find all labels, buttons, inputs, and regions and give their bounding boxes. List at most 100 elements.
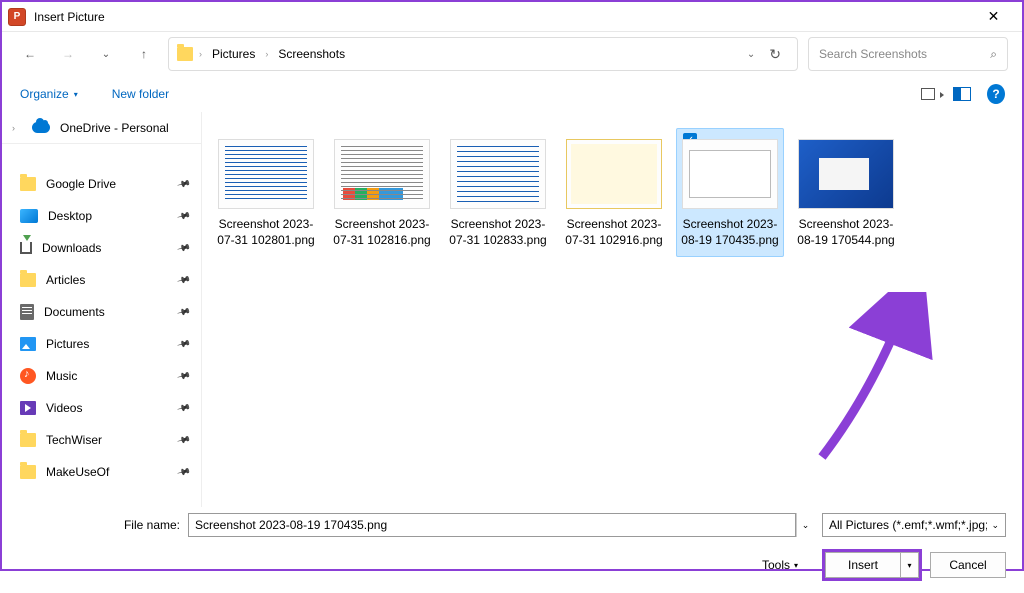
pin-icon: 📌 — [176, 464, 191, 479]
chevron-down-icon: ▾ — [794, 561, 798, 570]
file-item[interactable]: ✓Screenshot 2023-08-19 170544.png — [792, 128, 900, 257]
video-icon — [20, 401, 36, 415]
docs-icon — [20, 304, 34, 320]
back-button[interactable]: ← — [16, 40, 44, 68]
sidebar-item-label: Desktop — [48, 209, 168, 223]
thumbnail — [450, 139, 546, 209]
folder-icon — [20, 465, 36, 479]
chevron-down-icon: ▾ — [74, 90, 78, 99]
thumbnail — [682, 139, 778, 209]
up-button[interactable]: ↑ — [130, 40, 158, 68]
thumbnail — [334, 139, 430, 209]
search-icon: ⌕ — [990, 47, 997, 62]
recent-chevron[interactable]: ⌄ — [92, 40, 120, 68]
preview-pane-button[interactable] — [952, 84, 972, 104]
sidebar-item-articles[interactable]: Articles📌 — [2, 264, 201, 296]
pin-icon: 📌 — [176, 208, 191, 223]
file-item[interactable]: ✓Screenshot 2023-07-31 102833.png — [444, 128, 552, 257]
cancel-button[interactable]: Cancel — [930, 552, 1006, 578]
annotation-arrow — [812, 292, 952, 462]
sidebar-item-music[interactable]: Music📌 — [2, 360, 201, 392]
close-icon: ✕ — [988, 8, 1000, 25]
chevron-right-icon: › — [199, 49, 202, 59]
chevron-down-icon[interactable]: ⌄ — [747, 49, 755, 60]
sidebar-item-desktop[interactable]: Desktop 📌 — [2, 200, 201, 232]
sidebar-item-label: Google Drive — [46, 177, 168, 191]
refresh-button[interactable]: ↻ — [769, 46, 781, 63]
pin-icon: 📌 — [176, 400, 191, 415]
filename-label: File name: — [118, 518, 180, 532]
pin-icon: 📌 — [176, 336, 191, 351]
insert-dropdown[interactable]: ▾ — [901, 552, 919, 578]
sidebar-item-videos[interactable]: Videos 📌 — [2, 392, 201, 424]
toolbar: Organize ▾ New folder ? — [2, 76, 1022, 112]
close-button[interactable]: ✕ — [971, 3, 1016, 31]
sidebar-item-pictures[interactable]: Pictures📌 — [2, 328, 201, 360]
search-box[interactable]: Search Screenshots ⌕ — [808, 37, 1008, 71]
filename-dropdown[interactable]: ⌄ — [796, 513, 814, 537]
filename-input[interactable] — [188, 513, 796, 537]
thumbnail — [218, 139, 314, 209]
sidebar-item-label: Videos — [46, 401, 168, 415]
chevron-down-icon: ⌄ — [802, 520, 810, 531]
pin-icon: 📌 — [176, 304, 191, 319]
file-list[interactable]: ✓Screenshot 2023-07-31 102801.png✓Screen… — [202, 112, 1022, 507]
sidebar-item-label: MakeUseOf — [46, 465, 168, 479]
sidebar-item-label: Documents — [44, 305, 168, 319]
folder-icon — [20, 433, 36, 447]
pin-icon: 📌 — [176, 240, 191, 255]
sidebar-item-onedrive[interactable]: › OneDrive - Personal — [2, 112, 201, 144]
pin-icon: 📌 — [176, 176, 191, 191]
sidebar-item-label: Downloads — [42, 241, 168, 255]
file-item[interactable]: ✓Screenshot 2023-07-31 102916.png — [560, 128, 668, 257]
breadcrumb-screenshots[interactable]: Screenshots — [274, 45, 349, 63]
sidebar: › OneDrive - Personal Google Drive📌Deskt… — [2, 112, 202, 507]
navbar: ← → ⌄ ↑ › Pictures › Screenshots ⌄ ↻ Sea… — [2, 32, 1022, 76]
pics-icon — [20, 337, 36, 351]
breadcrumb-pictures[interactable]: Pictures — [208, 45, 259, 63]
file-name: Screenshot 2023-07-31 102801.png — [217, 217, 315, 248]
file-item[interactable]: ✓Screenshot 2023-08-19 170435.png — [676, 128, 784, 257]
titlebar: P Insert Picture ✕ — [2, 2, 1022, 32]
organize-button[interactable]: Organize ▾ — [18, 83, 80, 105]
file-item[interactable]: ✓Screenshot 2023-07-31 102801.png — [212, 128, 320, 257]
sidebar-item-makeuseof[interactable]: MakeUseOf 📌 — [2, 456, 201, 488]
main-pane: › OneDrive - Personal Google Drive📌Deskt… — [2, 112, 1022, 507]
file-item[interactable]: ✓Screenshot 2023-07-31 102816.png — [328, 128, 436, 257]
tools-button[interactable]: Tools ▾ — [762, 558, 798, 572]
new-folder-button[interactable]: New folder — [110, 83, 171, 105]
onedrive-icon — [32, 122, 50, 133]
pin-icon: 📌 — [176, 432, 191, 447]
desktop-icon — [20, 209, 38, 223]
music-icon — [20, 368, 36, 384]
chevron-right-icon: › — [265, 49, 268, 59]
insert-button[interactable]: Insert — [825, 552, 901, 578]
window-title: Insert Picture — [34, 10, 971, 24]
bottom-panel: File name: ⌄ All Pictures (*.emf;*.wmf;*… — [2, 507, 1022, 593]
sidebar-item-google-drive[interactable]: Google Drive 📌 — [2, 168, 201, 200]
powerpoint-icon: P — [8, 8, 26, 26]
file-name: Screenshot 2023-07-31 102833.png — [449, 217, 547, 248]
downloads-icon — [20, 242, 32, 254]
file-name: Screenshot 2023-07-31 102916.png — [565, 217, 663, 248]
thumbnail — [566, 139, 662, 209]
sidebar-item-downloads[interactable]: Downloads 📌 — [2, 232, 201, 264]
sidebar-item-label: TechWiser — [46, 433, 168, 447]
sidebar-item-documents[interactable]: Documents 📌 — [2, 296, 201, 328]
filetype-filter[interactable]: All Pictures (*.emf;*.wmf;*.jpg;*.j ⌄ — [822, 513, 1006, 537]
chevron-down-icon: ⌄ — [991, 520, 999, 531]
forward-button[interactable]: → — [54, 40, 82, 68]
pin-icon: 📌 — [176, 368, 191, 383]
file-name: Screenshot 2023-07-31 102816.png — [333, 217, 431, 248]
file-name: Screenshot 2023-08-19 170435.png — [681, 217, 779, 248]
address-bar[interactable]: › Pictures › Screenshots ⌄ ↻ — [168, 37, 798, 71]
sidebar-item-techwiser[interactable]: TechWiser 📌 — [2, 424, 201, 456]
folder-icon — [20, 273, 36, 287]
folder-icon — [20, 177, 36, 191]
pin-icon: 📌 — [176, 272, 191, 287]
view-button[interactable] — [918, 84, 938, 104]
search-placeholder: Search Screenshots — [819, 47, 990, 61]
folder-icon — [177, 47, 193, 61]
help-button[interactable]: ? — [986, 84, 1006, 104]
chevron-right-icon: › — [12, 123, 22, 133]
